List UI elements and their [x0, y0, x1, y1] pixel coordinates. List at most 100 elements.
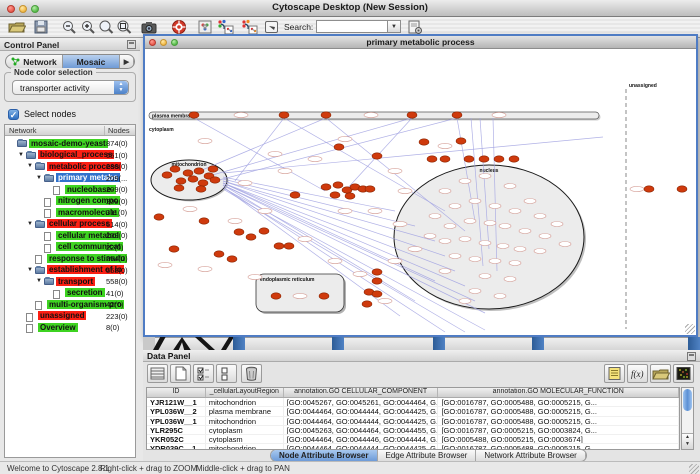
search-dropdown-button[interactable]: ▼	[388, 20, 401, 33]
node-color-combo[interactable]: transporter activity ▲▼	[12, 80, 129, 95]
network-node[interactable]	[644, 186, 654, 192]
table-cell[interactable]: [GO:0044464, GO:0044444, GO:0044425, G..…	[284, 407, 439, 415]
gene-label-oval[interactable]	[539, 234, 551, 239]
gene-label-oval[interactable]	[504, 277, 516, 282]
network-node[interactable]	[279, 112, 289, 118]
gene-label-oval[interactable]	[469, 289, 481, 294]
network-node[interactable]	[372, 278, 382, 284]
gene-label-oval[interactable]	[364, 112, 378, 117]
matrix-icon[interactable]	[673, 364, 694, 383]
network-node[interactable]	[259, 228, 269, 234]
tree-row-biological-process[interactable]: ▼biological_process651(0)	[5, 150, 135, 162]
table-cell[interactable]: YLR295C	[147, 426, 206, 434]
table-cell[interactable]: [GO:0016787, GO:0005488, GO:0005215, G..…	[438, 398, 679, 406]
attribute-select-icon[interactable]	[147, 364, 168, 383]
gene-label-oval[interactable]	[183, 206, 197, 211]
network-node[interactable]	[271, 293, 281, 299]
gene-label-oval[interactable]	[459, 179, 471, 184]
tree-row-cellular-metabol[interactable]: cellular metabol209(0)	[5, 230, 135, 242]
network-node[interactable]	[199, 218, 209, 224]
gene-label-oval[interactable]	[479, 174, 491, 179]
table-cell[interactable]: [GO:0016787, GO:0005215, GO:0003824, G..…	[438, 426, 679, 434]
expand-triangle-icon[interactable]: ▼	[18, 152, 24, 158]
gene-label-oval[interactable]	[228, 218, 242, 223]
gene-label-oval[interactable]	[479, 241, 491, 246]
network-node[interactable]	[284, 243, 294, 249]
network-node[interactable]	[479, 156, 489, 162]
gene-label-oval[interactable]	[479, 274, 491, 279]
tree-row-label[interactable]: Overview	[38, 323, 78, 332]
gene-label-oval[interactable]	[338, 136, 352, 141]
gene-label-oval[interactable]	[393, 221, 407, 226]
create-network-view-icon[interactable]	[196, 19, 214, 35]
gene-label-oval[interactable]	[439, 269, 451, 274]
expand-triangle-icon[interactable]: ▼	[36, 278, 42, 284]
gene-label-oval[interactable]	[198, 266, 212, 271]
gene-label-oval[interactable]	[353, 271, 367, 276]
attribute-batch-icon[interactable]	[604, 364, 625, 383]
network-node[interactable]	[362, 301, 372, 307]
gene-label-oval[interactable]	[630, 186, 644, 191]
table-row[interactable]: YPL036W__2plasma membrane[GO:0044464, GO…	[147, 407, 679, 416]
network-node[interactable]	[456, 138, 466, 144]
tree-row-label[interactable]: secretion	[65, 288, 105, 297]
network-node[interactable]	[407, 112, 417, 118]
table-scrollbar-thumb[interactable]	[683, 389, 692, 411]
gene-label-oval[interactable]	[449, 254, 461, 259]
network-node[interactable]	[427, 156, 437, 162]
table-cell[interactable]: YPL036W__1	[147, 417, 206, 425]
tab-network-attribute-browser[interactable]: Network Attribute Browser	[476, 450, 585, 461]
search-input[interactable]	[316, 20, 388, 33]
gene-label-oval[interactable]	[238, 180, 252, 185]
gene-label-oval[interactable]	[328, 258, 342, 263]
gene-label-oval[interactable]	[308, 156, 322, 161]
gene-label-oval[interactable]	[444, 224, 456, 229]
gene-label-oval[interactable]	[388, 168, 402, 173]
network-node[interactable]	[372, 269, 382, 275]
table-scrollbar[interactable]: ▲▼	[681, 387, 694, 450]
network-node[interactable]	[319, 293, 329, 299]
gene-label-oval[interactable]	[492, 112, 506, 117]
gene-label-oval[interactable]	[519, 229, 531, 234]
gene-label-oval[interactable]	[469, 199, 481, 204]
gene-label-oval[interactable]	[268, 151, 282, 156]
tree-row-metabolic-process[interactable]: ▼metabolic process280(0)	[5, 161, 135, 173]
table-cell[interactable]: [GO:0016787, GO:0005488, GO:0005215, G..…	[438, 407, 679, 415]
gene-label-oval[interactable]	[484, 221, 496, 226]
tab-mosaic[interactable]: Mosaic	[63, 55, 120, 68]
tree-row-label[interactable]: unassigned	[38, 311, 86, 320]
vizmapper-alt-icon[interactable]	[240, 19, 258, 35]
gene-label-oval[interactable]	[524, 199, 536, 204]
network-node[interactable]	[345, 193, 355, 199]
table-cell[interactable]: [GO:0005488, GO:0005215, GO:0003674]	[438, 435, 679, 443]
zoom-in-icon[interactable]	[79, 19, 97, 35]
vizmapper-icon[interactable]	[216, 19, 234, 35]
tree-row-label[interactable]: transport	[56, 277, 95, 286]
tree-row-response-to-stimulu[interactable]: response to stimulu264(0)	[5, 253, 135, 265]
select-all-attributes-icon[interactable]	[193, 364, 214, 383]
network-node[interactable]	[183, 170, 193, 176]
network-node[interactable]	[154, 214, 164, 220]
network-node[interactable]	[372, 291, 382, 297]
network-node[interactable]	[170, 166, 180, 172]
gene-label-oval[interactable]	[459, 237, 471, 242]
tree-row-secretion[interactable]: secretion41(0)	[5, 288, 135, 300]
gene-label-oval[interactable]	[388, 258, 402, 263]
zoom-out-icon[interactable]	[60, 19, 78, 35]
select-nodes-checkbox[interactable]: ✓	[8, 109, 19, 120]
tree-row-overview[interactable]: Overview8(0)	[5, 322, 135, 334]
tree-row-label[interactable]: mosaic-demo-yeast	[29, 139, 108, 148]
gene-label-oval[interactable]	[499, 224, 511, 229]
network-node[interactable]	[334, 144, 344, 150]
column-header-1[interactable]: _cellularLayoutRegion	[206, 388, 284, 397]
tree-row-unassigned[interactable]: unassigned223(0)	[5, 311, 135, 323]
network-node[interactable]	[174, 185, 184, 191]
control-panel-float-icon[interactable]	[127, 40, 136, 49]
gene-label-oval[interactable]	[198, 138, 212, 143]
network-node[interactable]	[208, 166, 218, 172]
expand-triangle-icon[interactable]: ▼	[27, 163, 33, 169]
preferences-icon[interactable]	[406, 19, 424, 35]
network-node[interactable]	[162, 172, 172, 178]
network-node[interactable]	[321, 112, 331, 118]
gene-label-oval[interactable]	[338, 208, 352, 213]
